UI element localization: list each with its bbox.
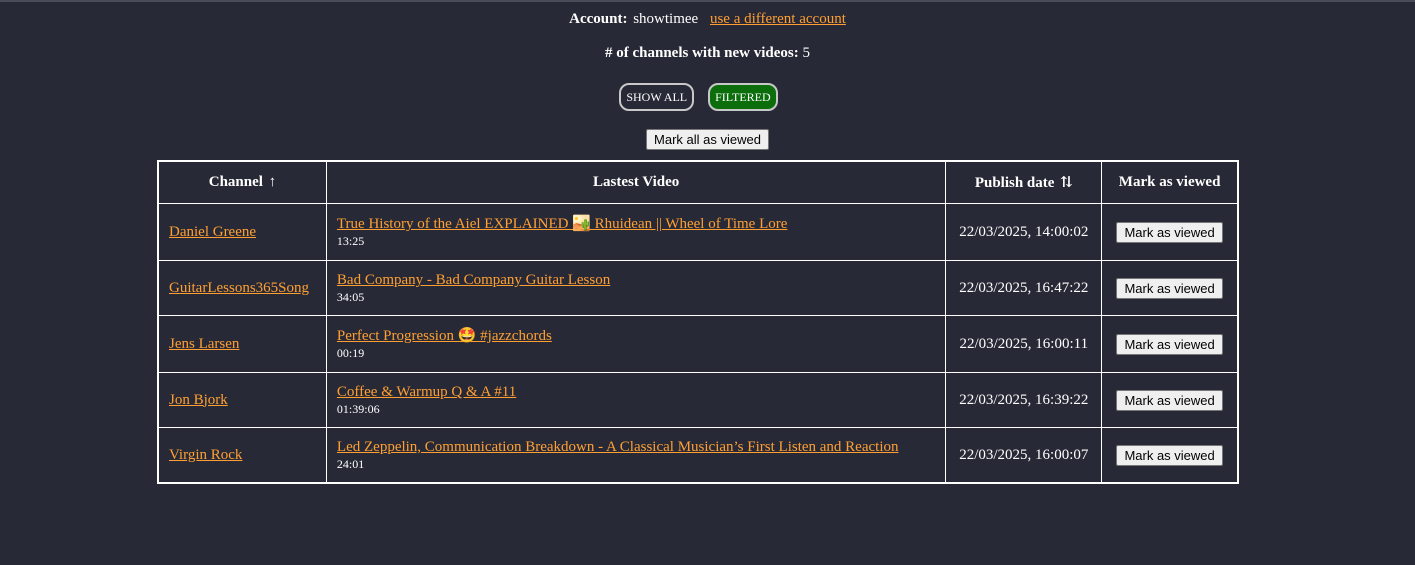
filter-toggle-group: SHOW ALL FILTERED bbox=[0, 83, 1415, 111]
publish-date-cell: 22/03/2025, 16:47:22 bbox=[945, 260, 1103, 316]
filtered-button[interactable]: FILTERED bbox=[708, 83, 778, 111]
video-cell: Led Zeppelin, Communication Breakdown - … bbox=[325, 427, 947, 484]
video-duration: 34:05 bbox=[336, 290, 365, 304]
mark-all-wrap: Mark all as viewed bbox=[0, 129, 1415, 150]
video-duration: 13:25 bbox=[336, 234, 365, 248]
table-row: Virgin Rock Led Zeppelin, Communication … bbox=[157, 427, 1239, 484]
mark-all-as-viewed-button[interactable]: Mark all as viewed bbox=[646, 129, 769, 150]
mark-cell: Mark as viewed bbox=[1101, 315, 1239, 373]
channel-cell: Jens Larsen bbox=[157, 315, 327, 373]
channel-column-header[interactable]: Channel ↑ bbox=[157, 160, 327, 204]
table-row: Jens Larsen Perfect Progression 🤩 #jazzc… bbox=[157, 315, 1239, 373]
publish-date-cell: 22/03/2025, 16:39:22 bbox=[945, 372, 1103, 428]
publish-date-header-label: Publish date bbox=[974, 175, 1055, 191]
video-duration: 01:39:06 bbox=[336, 402, 380, 416]
video-cell: Coffee & Warmup Q & A #11 01:39:06 bbox=[325, 372, 947, 428]
channel-link[interactable]: Daniel Greene bbox=[169, 224, 256, 240]
mark-as-viewed-button[interactable]: Mark as viewed bbox=[1116, 389, 1223, 411]
channel-header-label: Channel bbox=[208, 174, 263, 190]
video-duration: 24:01 bbox=[336, 457, 365, 471]
mark-cell: Mark as viewed bbox=[1101, 427, 1239, 484]
publish-date-cell: 22/03/2025, 16:00:11 bbox=[945, 315, 1103, 373]
video-title-link[interactable]: Perfect Progression 🤩 #jazzchords bbox=[337, 328, 935, 345]
channel-link[interactable]: Virgin Rock bbox=[169, 447, 242, 463]
channel-link[interactable]: GuitarLessons365Song bbox=[169, 280, 309, 296]
video-title-link[interactable]: Bad Company - Bad Company Guitar Lesson bbox=[337, 272, 935, 289]
table-header-row: Channel ↑ Lastest Video Publish date ⇅ M… bbox=[157, 160, 1239, 204]
videos-table: Channel ↑ Lastest Video Publish date ⇅ M… bbox=[157, 160, 1239, 484]
publish-date-column-header[interactable]: Publish date ⇅ bbox=[945, 160, 1103, 204]
table-row: GuitarLessons365Song Bad Company - Bad C… bbox=[157, 260, 1239, 316]
mark-as-viewed-button[interactable]: Mark as viewed bbox=[1116, 333, 1223, 355]
table-row: Jon Bjork Coffee & Warmup Q & A #11 01:3… bbox=[157, 372, 1239, 428]
show-all-button[interactable]: SHOW ALL bbox=[619, 83, 695, 111]
video-cell: True History of the Aiel EXPLAINED 🏜️ Rh… bbox=[325, 203, 947, 261]
video-cell: Bad Company - Bad Company Guitar Lesson … bbox=[325, 260, 947, 316]
channel-link[interactable]: Jon Bjork bbox=[169, 392, 228, 408]
sort-toggle-icon: ⇅ bbox=[1060, 175, 1073, 191]
account-username: showtimee bbox=[633, 11, 699, 27]
channel-cell: Virgin Rock bbox=[157, 427, 327, 484]
channel-cell: Jon Bjork bbox=[157, 372, 327, 428]
video-title-link[interactable]: True History of the Aiel EXPLAINED 🏜️ Rh… bbox=[337, 216, 935, 233]
use-different-account-link[interactable]: use a different account bbox=[710, 11, 846, 27]
channel-cell: GuitarLessons365Song bbox=[157, 260, 327, 316]
channel-count-label: # of channels with new videos: bbox=[604, 45, 799, 61]
video-title-link[interactable]: Coffee & Warmup Q & A #11 bbox=[337, 384, 935, 401]
channel-count-line: # of channels with new videos: 5 bbox=[0, 45, 1415, 62]
latest-video-column-header: Lastest Video bbox=[325, 160, 947, 204]
mark-cell: Mark as viewed bbox=[1101, 260, 1239, 316]
mark-as-viewed-button[interactable]: Mark as viewed bbox=[1116, 221, 1223, 243]
mark-as-viewed-button[interactable]: Mark as viewed bbox=[1116, 277, 1223, 299]
mark-as-viewed-column-header: Mark as viewed bbox=[1101, 160, 1239, 204]
sort-ascending-icon: ↑ bbox=[268, 174, 277, 190]
mark-as-viewed-button[interactable]: Mark as viewed bbox=[1116, 444, 1223, 466]
mark-cell: Mark as viewed bbox=[1101, 372, 1239, 428]
video-duration: 00:19 bbox=[336, 346, 365, 360]
video-cell: Perfect Progression 🤩 #jazzchords 00:19 bbox=[325, 315, 947, 373]
publish-date-cell: 22/03/2025, 14:00:02 bbox=[945, 203, 1103, 261]
mark-cell: Mark as viewed bbox=[1101, 203, 1239, 261]
channel-cell: Daniel Greene bbox=[157, 203, 327, 261]
table-row: Daniel Greene True History of the Aiel E… bbox=[157, 203, 1239, 261]
video-title-link[interactable]: Led Zeppelin, Communication Breakdown - … bbox=[337, 439, 935, 456]
publish-date-cell: 22/03/2025, 16:00:07 bbox=[945, 427, 1103, 484]
account-label: Account: bbox=[569, 11, 628, 27]
account-line: Account: showtimee use a different accou… bbox=[0, 11, 1415, 28]
channel-count-value: 5 bbox=[802, 45, 811, 61]
channel-link[interactable]: Jens Larsen bbox=[169, 336, 239, 352]
